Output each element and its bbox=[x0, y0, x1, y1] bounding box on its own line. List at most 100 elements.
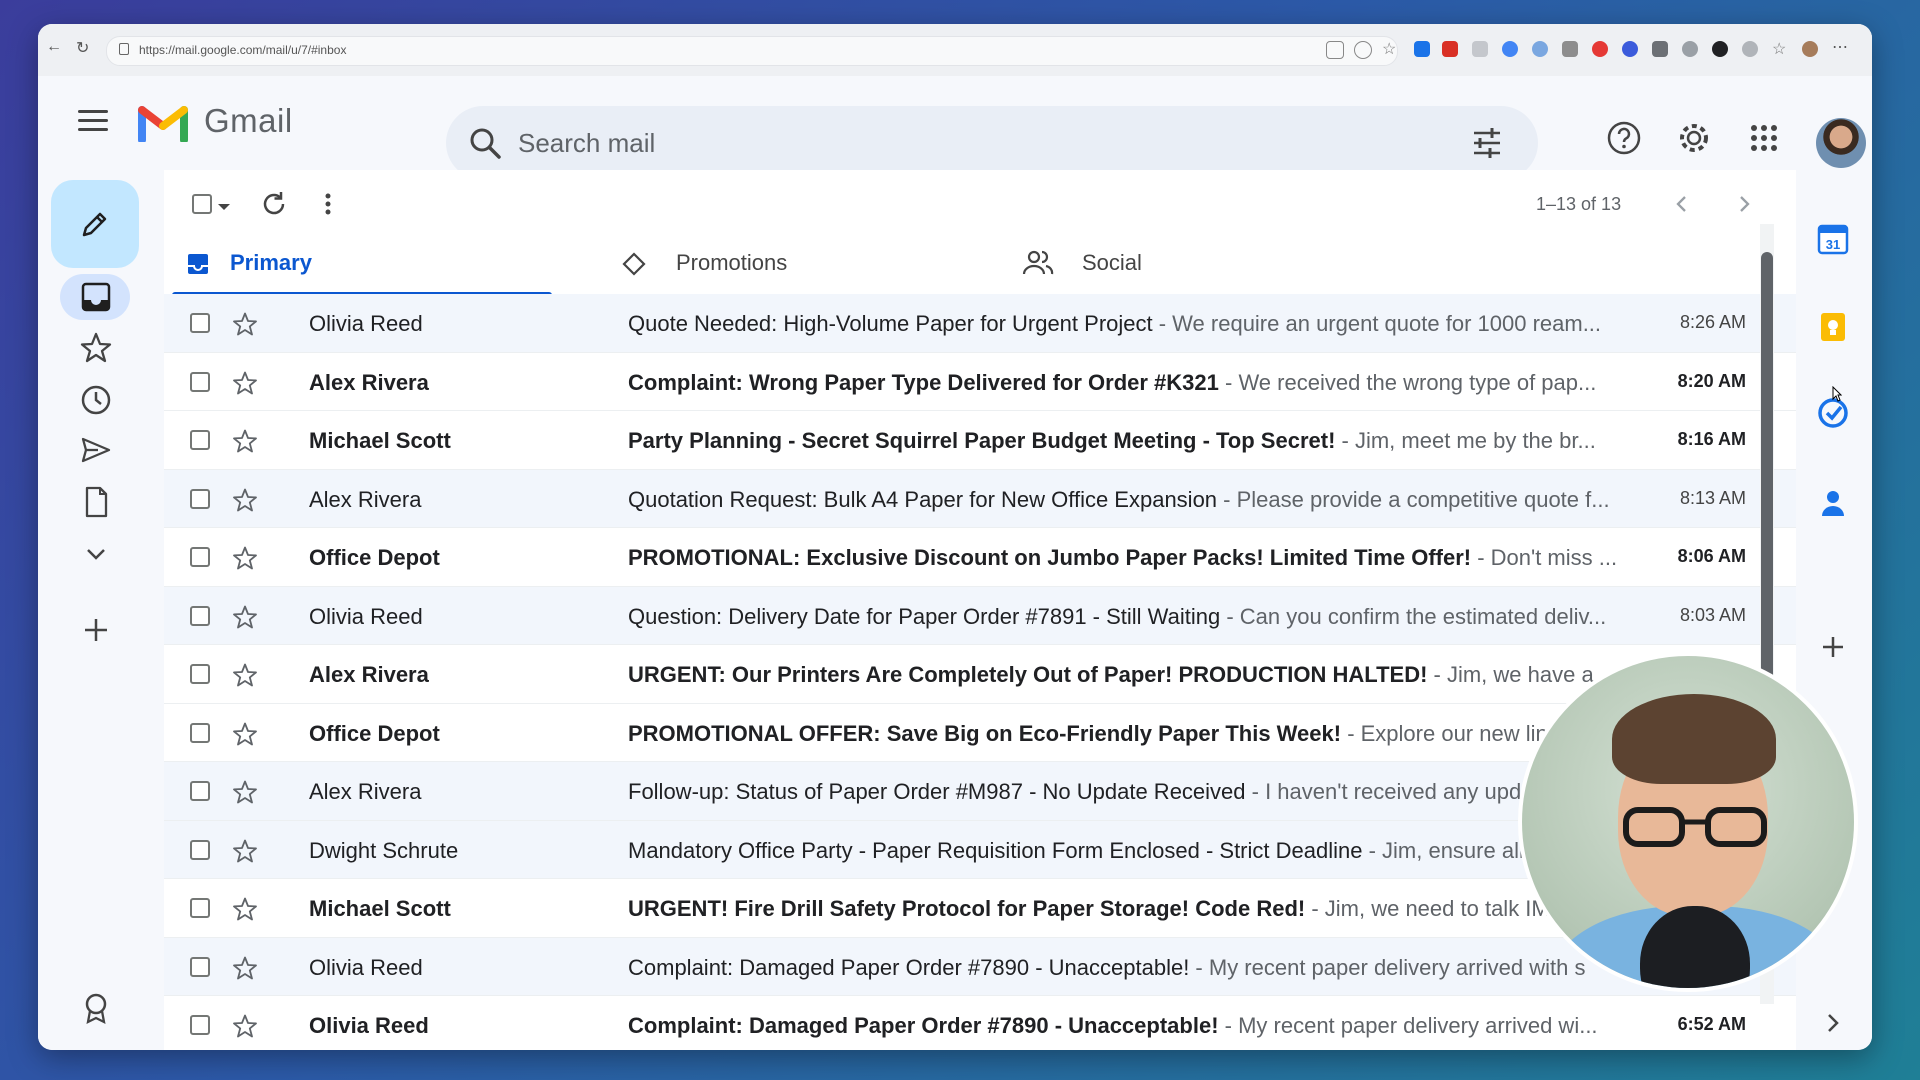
search-icon[interactable] bbox=[468, 126, 502, 160]
extension-icon-8[interactable] bbox=[1652, 41, 1668, 57]
get-addons-plus-icon[interactable] bbox=[1816, 630, 1850, 664]
extension-icon-7[interactable] bbox=[1622, 41, 1638, 57]
row-checkbox[interactable] bbox=[190, 956, 210, 977]
row-checkbox[interactable] bbox=[190, 605, 210, 626]
row-checkbox[interactable] bbox=[190, 313, 210, 333]
email-snippet: - Jim, ensure all bbox=[1362, 837, 1524, 863]
extension-icon-5[interactable] bbox=[1532, 41, 1548, 57]
email-subject: Mandatory Office Party - Paper Requisiti… bbox=[628, 837, 1363, 863]
badge-award-icon[interactable] bbox=[78, 990, 114, 1026]
star-icon[interactable] bbox=[232, 779, 258, 805]
email-row[interactable]: Office Depot PROMOTIONAL: Exclusive Disco… bbox=[164, 528, 1796, 587]
star-icon[interactable] bbox=[232, 721, 258, 747]
star-icon[interactable] bbox=[232, 955, 258, 981]
extension-icon-4[interactable] bbox=[1502, 41, 1518, 57]
email-row[interactable]: Alex Rivera URGENT: Our Printers Are Comp… bbox=[164, 645, 1796, 704]
email-subject: PROMOTIONAL: Exclusive Discount on Jumbo… bbox=[628, 545, 1472, 570]
extension-icon-9[interactable] bbox=[1682, 41, 1698, 57]
sent-icon[interactable] bbox=[78, 432, 114, 468]
address-bar[interactable]: https://mail.google.com/mail/u/7/#inbox bbox=[106, 36, 1398, 66]
email-snippet: - I haven't received any upda bbox=[1245, 779, 1534, 804]
row-checkbox[interactable] bbox=[190, 839, 210, 860]
star-icon[interactable] bbox=[232, 428, 258, 454]
email-row[interactable]: Olivia Reed Complaint: Damaged Paper Orde… bbox=[164, 996, 1796, 1050]
extension-icon-3[interactable] bbox=[1472, 41, 1488, 57]
drafts-icon[interactable] bbox=[78, 484, 114, 520]
open-external-icon[interactable] bbox=[1326, 41, 1344, 59]
profile-icon[interactable] bbox=[1802, 41, 1818, 57]
extension-icon-6[interactable] bbox=[1562, 41, 1578, 57]
presenter-hair bbox=[1612, 694, 1776, 784]
account-avatar[interactable] bbox=[1816, 118, 1866, 168]
back-icon[interactable]: ← bbox=[46, 38, 62, 56]
email-sender: Dwight Schrute bbox=[309, 837, 459, 863]
next-page-chevron-icon[interactable] bbox=[1730, 190, 1758, 218]
star-icon[interactable] bbox=[232, 838, 258, 864]
email-row[interactable]: Alex Rivera Complaint: Wrong Paper Type D… bbox=[164, 352, 1796, 411]
keep-notes-icon[interactable] bbox=[1816, 310, 1850, 344]
row-checkbox[interactable] bbox=[190, 371, 210, 392]
star-icon[interactable] bbox=[232, 311, 258, 337]
extension-icon-2[interactable] bbox=[1442, 41, 1458, 57]
email-row[interactable]: Alex Rivera Quotation Request: Bulk A4 Pa… bbox=[164, 469, 1796, 528]
email-snippet: - Can you confirm the estimated deliv... bbox=[1220, 603, 1607, 629]
search-options-icon[interactable] bbox=[1470, 126, 1504, 160]
email-row[interactable]: Olivia Reed Quote Needed: High-Volume Pap… bbox=[164, 294, 1796, 353]
row-checkbox[interactable] bbox=[190, 898, 210, 918]
more-chevron-down-icon[interactable] bbox=[78, 536, 114, 572]
star-icon[interactable] bbox=[232, 896, 258, 922]
star-icon[interactable] bbox=[232, 370, 258, 396]
calendar-icon[interactable]: 31 bbox=[1816, 222, 1850, 256]
apps-grid-icon[interactable] bbox=[1746, 120, 1782, 156]
email-list: Olivia Reed Quote Needed: High-Volume Pap… bbox=[164, 294, 1796, 1050]
inbox-icon[interactable] bbox=[78, 279, 114, 315]
star-icon[interactable] bbox=[232, 604, 258, 630]
star-icon[interactable] bbox=[232, 487, 258, 513]
zoom-icon[interactable] bbox=[1354, 41, 1372, 59]
tab-primary[interactable]: Primary bbox=[172, 234, 552, 296]
email-sender: Alex Rivera bbox=[309, 662, 429, 687]
email-sender: Alex Rivera bbox=[309, 779, 422, 804]
expand-panel-chevron-icon[interactable] bbox=[1816, 1006, 1850, 1040]
row-checkbox[interactable] bbox=[190, 430, 210, 450]
email-subject: PROMOTIONAL OFFER: Save Big on Eco-Frien… bbox=[628, 720, 1342, 746]
bookmark-star-icon[interactable]: ☆ bbox=[1382, 39, 1398, 58]
settings-gear-icon[interactable] bbox=[1676, 120, 1712, 156]
email-snippet: - Don't miss ... bbox=[1471, 545, 1618, 570]
contacts-icon[interactable] bbox=[1816, 486, 1850, 520]
row-checkbox[interactable] bbox=[190, 547, 210, 567]
search-input[interactable] bbox=[516, 122, 1420, 164]
snoozed-clock-icon[interactable] bbox=[78, 382, 114, 418]
more-menu-icon[interactable]: ⋯ bbox=[1832, 37, 1848, 56]
row-checkbox[interactable] bbox=[190, 722, 210, 743]
tab-social[interactable]: Social bbox=[1022, 234, 1342, 294]
star-icon[interactable] bbox=[232, 545, 258, 571]
favorites-icon[interactable]: ☆ bbox=[1772, 39, 1788, 58]
record-icon[interactable] bbox=[1592, 41, 1608, 57]
row-checkbox[interactable] bbox=[190, 1015, 210, 1035]
star-icon[interactable] bbox=[232, 662, 258, 688]
select-dropdown-icon[interactable] bbox=[216, 192, 232, 220]
row-checkbox[interactable] bbox=[190, 488, 210, 509]
add-label-plus-icon[interactable] bbox=[78, 612, 114, 648]
compose-button[interactable] bbox=[51, 180, 139, 268]
row-checkbox[interactable] bbox=[190, 664, 210, 684]
starred-icon[interactable] bbox=[78, 330, 114, 366]
star-icon[interactable] bbox=[232, 1013, 258, 1039]
extension-icon-11[interactable] bbox=[1742, 41, 1758, 57]
email-snippet: - Jim, we have a... bbox=[1427, 662, 1613, 687]
select-all-checkbox[interactable] bbox=[192, 194, 212, 214]
reload-icon[interactable]: ↻ bbox=[76, 38, 89, 58]
help-icon[interactable] bbox=[1606, 120, 1642, 156]
more-vertical-icon[interactable] bbox=[314, 190, 342, 218]
extension-icon-10[interactable] bbox=[1712, 41, 1728, 57]
main-menu-icon[interactable] bbox=[78, 110, 108, 134]
email-row[interactable]: Michael Scott Party Planning - Secret Squ… bbox=[164, 411, 1796, 470]
email-row[interactable]: Olivia Reed Question: Delivery Date for P… bbox=[164, 586, 1796, 645]
email-subject: Complaint: Wrong Paper Type Delivered fo… bbox=[628, 369, 1219, 395]
extension-icon-1[interactable] bbox=[1414, 41, 1430, 57]
previous-page-chevron-icon[interactable] bbox=[1668, 190, 1696, 218]
refresh-icon[interactable] bbox=[260, 190, 288, 218]
tab-promotions[interactable]: Promotions bbox=[614, 234, 934, 294]
row-checkbox[interactable] bbox=[190, 781, 210, 801]
